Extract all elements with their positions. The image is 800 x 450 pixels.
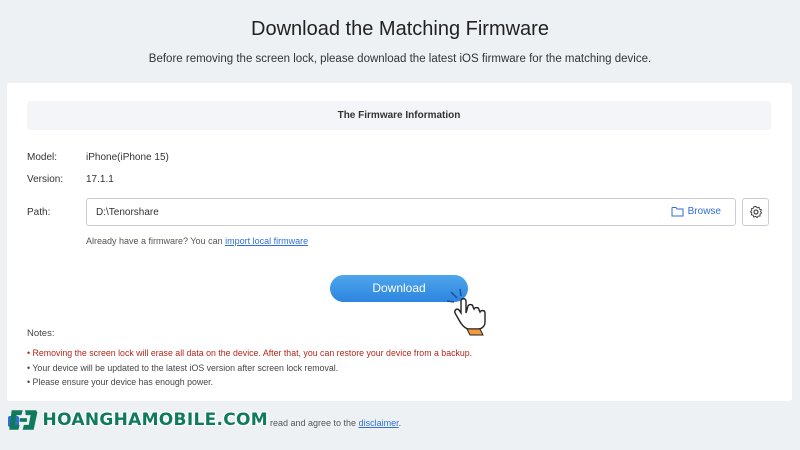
settings-button[interactable]: [742, 198, 769, 226]
folder-icon: [671, 207, 684, 217]
firmware-panel: The Firmware Information Model: iPhone(i…: [7, 83, 792, 401]
watermark: HOANGHAMOBILE.COM: [8, 400, 268, 440]
disclaimer-row: read and agree to the disclaimer.: [270, 418, 402, 428]
model-label: Model:: [27, 152, 58, 163]
path-label: Path:: [27, 207, 51, 218]
watermark-text: HOANGHAMOBILE.COM: [42, 410, 268, 430]
note-item: Removing the screen lock will erase all …: [27, 346, 473, 361]
disclaimer-link[interactable]: disclaimer: [359, 418, 399, 428]
disclaimer-text: read and agree to the: [270, 418, 359, 428]
already-text: Already have a firmware? You can: [86, 236, 226, 246]
note-item: Your device will be updated to the lates…: [27, 361, 472, 376]
page-title: Download the Matching Firmware: [251, 18, 549, 40]
version-value: 17.1.1: [86, 174, 114, 185]
already-have-firmware: Already have a firmware? You can import …: [86, 236, 308, 246]
browse-button[interactable]: Browse: [671, 206, 721, 217]
note-item: Please ensure your device has enough pow…: [27, 375, 472, 390]
firmware-info-header: The Firmware Information: [27, 101, 771, 130]
path-value[interactable]: D:\Tenorshare: [96, 207, 159, 218]
notes-title: Notes:: [27, 328, 55, 339]
version-label: Version:: [27, 174, 64, 185]
browse-label: Browse: [687, 206, 721, 217]
page-subtitle: Before removing the screen lock, please …: [148, 53, 652, 65]
model-value: iPhone(iPhone 15): [86, 152, 169, 163]
pointing-hand-icon: [447, 289, 486, 336]
watermark-logo-icon: [9, 410, 38, 430]
path-field[interactable]: D:\Tenorshare Browse: [86, 198, 736, 226]
gear-icon: [749, 205, 762, 219]
notes-list: Removing the screen lock will erase all …: [27, 346, 472, 390]
import-local-firmware-link[interactable]: import local firmware: [225, 236, 308, 246]
